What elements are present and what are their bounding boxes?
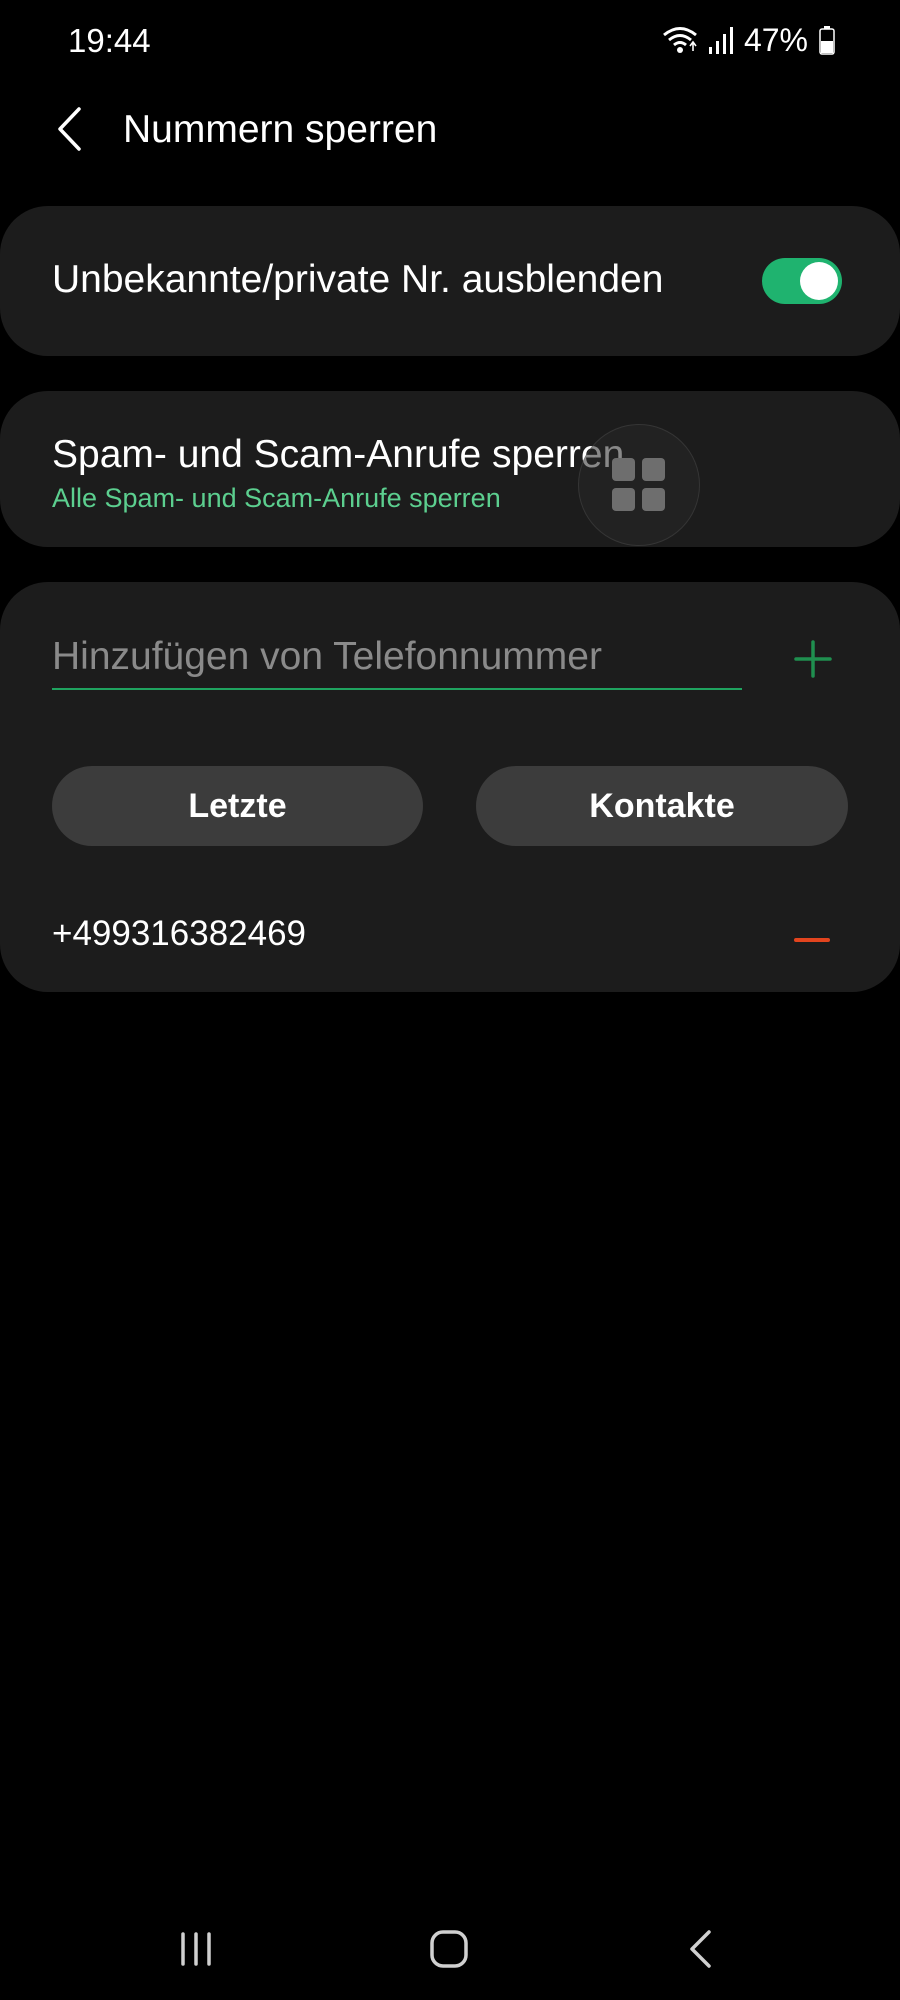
status-icons: 47% bbox=[662, 20, 836, 60]
minus-icon bbox=[794, 938, 830, 962]
home-button[interactable] bbox=[419, 1926, 479, 1976]
system-navigation-bar bbox=[0, 1900, 900, 2000]
recent-apps-icon bbox=[176, 1929, 216, 1974]
status-time: 19:44 bbox=[68, 22, 151, 59]
chevron-left-icon bbox=[55, 106, 83, 157]
battery-icon bbox=[818, 25, 836, 55]
plus-icon bbox=[788, 640, 838, 688]
recent-calls-button[interactable]: Letzte bbox=[52, 766, 423, 846]
hide-unknown-numbers-toggle[interactable] bbox=[762, 258, 842, 304]
add-number-button[interactable] bbox=[788, 634, 838, 684]
remove-number-button[interactable] bbox=[794, 922, 830, 958]
wifi-icon bbox=[662, 24, 698, 56]
blocked-numbers-card: Letzte Kontakte +499316382469 bbox=[0, 582, 900, 992]
page-title: Nummern sperren bbox=[123, 108, 438, 151]
phone-number-input[interactable] bbox=[52, 626, 742, 690]
home-icon bbox=[428, 1928, 470, 1975]
app-header: Nummern sperren bbox=[0, 96, 900, 166]
battery-percentage: 47% bbox=[743, 21, 808, 58]
spam-scam-block-row[interactable]: Spam- und Scam-Anrufe sperren Alle Spam-… bbox=[0, 391, 900, 547]
toggle-knob bbox=[800, 262, 838, 300]
floating-apps-widget[interactable] bbox=[578, 424, 700, 546]
signal-icon bbox=[708, 25, 734, 55]
blocked-number: +499316382469 bbox=[52, 914, 307, 953]
spam-scam-title: Spam- und Scam-Anrufe sperren bbox=[52, 433, 625, 476]
back-icon bbox=[685, 1927, 715, 1976]
spam-scam-subtitle: Alle Spam- und Scam-Anrufe sperren bbox=[52, 483, 501, 513]
hide-unknown-numbers-label: Unbekannte/private Nr. ausblenden bbox=[52, 258, 664, 301]
recent-apps-button[interactable] bbox=[166, 1926, 226, 1976]
contacts-button[interactable]: Kontakte bbox=[476, 766, 848, 846]
back-button[interactable] bbox=[46, 104, 92, 158]
status-bar: 19:44 47% bbox=[0, 0, 900, 84]
back-nav-button[interactable] bbox=[670, 1926, 730, 1976]
